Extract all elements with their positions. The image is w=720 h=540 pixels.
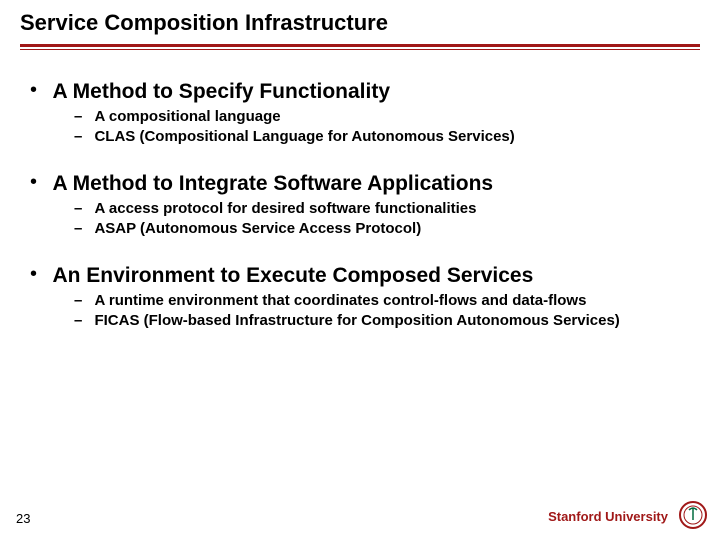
slide-footer: 23 Stanford University: [0, 500, 720, 530]
org-name: Stanford University: [548, 509, 668, 524]
bullet-item: • A Method to Integrate Software Applica…: [30, 172, 694, 196]
bullet-item: • An Environment to Execute Composed Ser…: [30, 264, 694, 288]
sub-list: – A runtime environment that coordinates…: [74, 292, 694, 330]
sub-item: – A access protocol for desired software…: [74, 200, 674, 218]
org-seal-icon: [678, 500, 708, 530]
slide: Service Composition Infrastructure • A M…: [0, 0, 720, 540]
dash-icon: –: [74, 200, 90, 217]
dash-icon: –: [74, 292, 90, 309]
dash-icon: –: [74, 108, 90, 125]
sub-item: – CLAS (Compositional Language for Auton…: [74, 128, 674, 146]
dash-icon: –: [74, 128, 90, 145]
sub-list: – A access protocol for desired software…: [74, 200, 694, 238]
bullet-text: A Method to Specify Functionality: [52, 80, 390, 104]
sub-text: CLAS (Compositional Language for Autonom…: [94, 128, 514, 145]
sub-item: – ASAP (Autonomous Service Access Protoc…: [74, 220, 674, 238]
title-rule-thick: [20, 44, 700, 47]
bullet-icon: •: [30, 264, 48, 284]
slide-title: Service Composition Infrastructure: [20, 10, 700, 42]
sub-text: FICAS (Flow-based Infrastructure for Com…: [94, 312, 619, 329]
bullet-icon: •: [30, 172, 48, 192]
bullet-icon: •: [30, 80, 48, 100]
sub-list: – A compositional language – CLAS (Compo…: [74, 108, 694, 146]
slide-content: • A Method to Specify Functionality – A …: [20, 50, 700, 330]
bullet-text: A Method to Integrate Software Applicati…: [52, 172, 493, 196]
page-number: 23: [16, 511, 30, 526]
dash-icon: –: [74, 312, 90, 329]
sub-text: ASAP (Autonomous Service Access Protocol…: [94, 220, 421, 237]
sub-item: – FICAS (Flow-based Infrastructure for C…: [74, 312, 674, 330]
bullet-text: An Environment to Execute Composed Servi…: [52, 264, 533, 288]
sub-item: – A compositional language: [74, 108, 674, 126]
bullet-item: • A Method to Specify Functionality: [30, 80, 694, 104]
sub-text: A access protocol for desired software f…: [94, 200, 476, 217]
dash-icon: –: [74, 220, 90, 237]
sub-text: A runtime environment that coordinates c…: [94, 292, 586, 309]
sub-text: A compositional language: [94, 108, 280, 125]
sub-item: – A runtime environment that coordinates…: [74, 292, 674, 310]
